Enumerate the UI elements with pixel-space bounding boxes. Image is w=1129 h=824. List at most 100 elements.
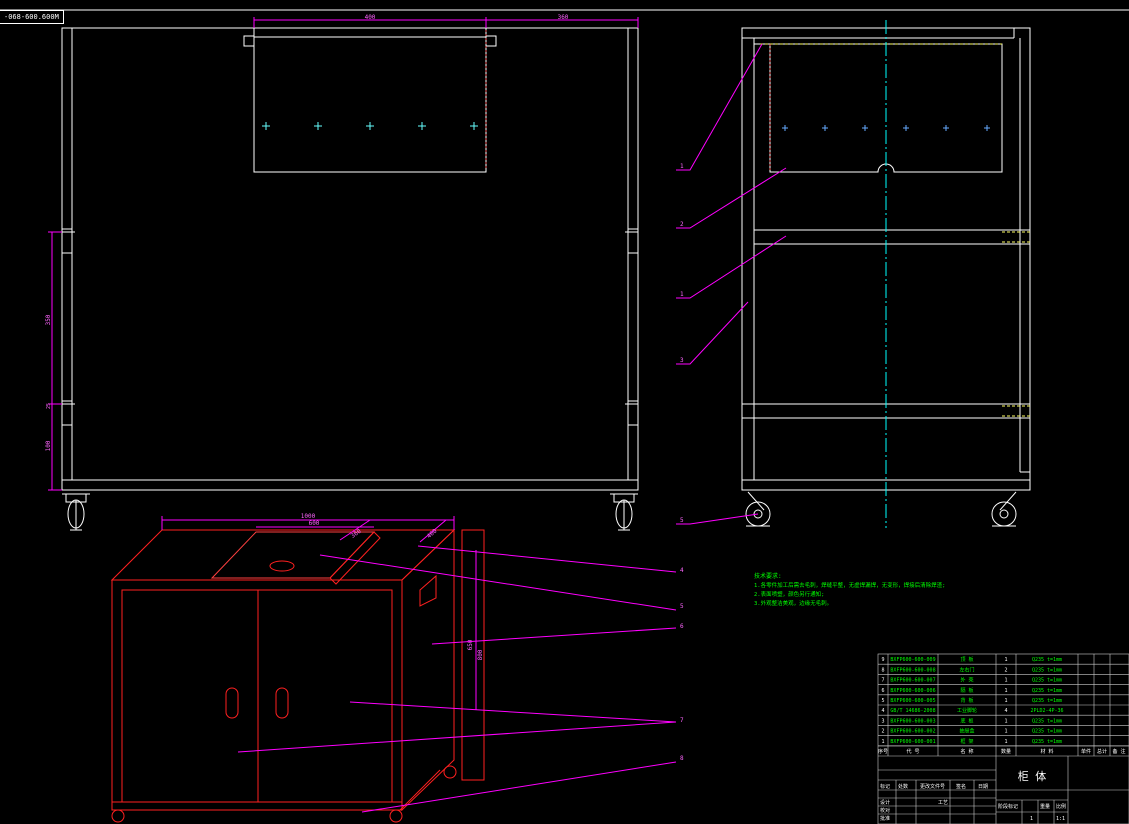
bom-cell-no: 5 bbox=[881, 698, 884, 704]
iso-leaders bbox=[237, 545, 677, 813]
drawing-title: 柜 体 bbox=[1018, 769, 1047, 783]
bom-cell-no: 2 bbox=[881, 729, 884, 735]
bom-header: 序号 代 号 名 称 数量 材 料 单件 总计 备 注 bbox=[878, 748, 1126, 755]
bom-cell-code: BXFP600-600-001 bbox=[890, 739, 935, 745]
bom-cell-material: Q235 t=1mm bbox=[1032, 667, 1062, 673]
notes-line-1: 1.各零件加工后需去毛刺，焊缝平整，无虚焊漏焊，无变形，焊接后清除焊渣; bbox=[754, 581, 945, 589]
dim-top-right: 360 bbox=[558, 14, 569, 21]
callout-side-5: 5 bbox=[680, 517, 684, 524]
iso-dim-angle-b: 400 bbox=[426, 527, 439, 540]
cad-drawing: 400 360 350 25 100 1 2 1 3 5 1000 600 36… bbox=[0, 9, 1129, 824]
callout-side-3: 1 bbox=[680, 291, 684, 298]
iso-dimensions bbox=[161, 516, 477, 710]
bom-cell-qty: 4 bbox=[1004, 708, 1007, 714]
side-caster-left bbox=[742, 489, 780, 527]
drawer-box bbox=[253, 27, 487, 173]
dim-low-height: 25 bbox=[46, 403, 52, 409]
bom-header-unit: 单件 bbox=[1081, 748, 1091, 755]
callout-iso-4: 4 bbox=[680, 567, 684, 574]
callout-iso-7: 7 bbox=[680, 717, 684, 724]
bom-cell-name: 外 壳 bbox=[960, 677, 973, 684]
bom-cell-no: 3 bbox=[881, 718, 884, 724]
tb-sign: 签名 bbox=[956, 783, 966, 790]
bom-cell-code: BXFP600-600-002 bbox=[890, 729, 935, 735]
bom-cell-qty: 2 bbox=[1004, 667, 1007, 673]
callout-iso-5: 5 bbox=[680, 603, 684, 610]
bom-cell-qty: 1 bbox=[1004, 729, 1007, 735]
bom-cell-qty: 1 bbox=[1004, 678, 1007, 684]
notes-line-3: 3.外观整洁美观，边缘无毛刺。 bbox=[754, 599, 832, 607]
iso-dim-height-b: 800 bbox=[477, 649, 484, 660]
callout-side-2: 2 bbox=[680, 221, 684, 228]
callout-iso-8: 8 bbox=[680, 755, 684, 762]
bom-cell-material: 2PLD2-4P-36 bbox=[1030, 708, 1063, 714]
bom-cell-code: BXFP600-600-005 bbox=[890, 698, 935, 704]
bom-cell-material: Q235 t=1mm bbox=[1032, 739, 1062, 745]
bom-cell-code: BXFP600-600-007 bbox=[890, 678, 935, 684]
bom-header-remark: 备 注 bbox=[1112, 748, 1125, 755]
bom-cell-qty: 1 bbox=[1004, 718, 1007, 724]
iso-dim-angle-a: 360 bbox=[350, 528, 363, 540]
bom-cell-name: 背 板 bbox=[960, 697, 973, 704]
bom-cell-no: 4 bbox=[881, 708, 884, 714]
bom-cell-code: BXFP600-600-003 bbox=[890, 718, 935, 724]
bom-cell-name: 顶 板 bbox=[960, 656, 973, 663]
tb-doc: 更改文件号 bbox=[920, 783, 945, 790]
bom-cell-name: 工业脚轮 bbox=[957, 707, 977, 714]
bom-cell-name: 底 板 bbox=[960, 717, 973, 724]
callout-side-1: 1 bbox=[680, 163, 684, 170]
bom-header-qty: 数量 bbox=[1001, 748, 1011, 755]
bom-cell-name: 隔 板 bbox=[960, 687, 973, 694]
bom-cell-material: Q235 t=1mm bbox=[1032, 688, 1062, 694]
bom-cell-code: BXFP600-600-008 bbox=[890, 667, 935, 673]
bom-cell-name: 左右门 bbox=[959, 666, 974, 673]
dim-top-width: 400 bbox=[365, 14, 376, 21]
bom-header-code: 代 号 bbox=[906, 748, 919, 755]
tb-scale: 比例 bbox=[1056, 803, 1066, 810]
drawer-holes bbox=[262, 122, 478, 130]
bom-cell-material: Q235 t=1mm bbox=[1032, 657, 1062, 663]
bom-cell-no: 7 bbox=[881, 678, 884, 684]
front-dimensions bbox=[48, 17, 639, 491]
bom-cell-material: Q235 t=1mm bbox=[1032, 729, 1062, 735]
caster-left bbox=[62, 493, 90, 531]
tb-count: 处数 bbox=[898, 783, 908, 790]
tb-design: 设计 bbox=[880, 799, 890, 806]
bom-cell-qty: 1 bbox=[1004, 688, 1007, 694]
bom-cell-no: 9 bbox=[881, 657, 884, 663]
notes-title: 技术要求: bbox=[754, 572, 782, 580]
tb-mark: 标记 bbox=[880, 783, 890, 790]
bom-cell-material: Q235 t=1mm bbox=[1032, 678, 1062, 684]
bom-cell-no: 8 bbox=[881, 667, 884, 673]
bom-header-material: 材 料 bbox=[1040, 748, 1053, 755]
tb-sheet-num: 1 bbox=[1030, 816, 1033, 822]
tb-scale-val: 1:1 bbox=[1056, 816, 1065, 822]
bom-cell-material: Q235 t=1mm bbox=[1032, 718, 1062, 724]
notes-line-2: 2.表面喷塑，颜色另行通知; bbox=[754, 590, 824, 598]
iso-view bbox=[110, 528, 485, 823]
bom-cell-code: BXFP600-600-009 bbox=[890, 657, 935, 663]
dim-mid-height: 350 bbox=[45, 314, 52, 325]
bom-header-total: 总计 bbox=[1097, 748, 1107, 755]
bom-cell-qty: 1 bbox=[1004, 739, 1007, 745]
bom-header-name: 名 称 bbox=[960, 748, 973, 755]
tb-date: 日期 bbox=[978, 784, 988, 790]
bom-cell-no: 6 bbox=[881, 688, 884, 694]
dim-bottom-height: 100 bbox=[45, 440, 52, 451]
bom-cell-material: Q235 t=1mm bbox=[1032, 698, 1062, 704]
cabinet-outline bbox=[61, 27, 639, 491]
bom-cell-name: 框 架 bbox=[960, 738, 973, 745]
side-caster-right bbox=[990, 489, 1028, 527]
tb-process: 工艺 bbox=[938, 800, 948, 806]
tb-weight: 重量 bbox=[1040, 803, 1050, 810]
tb-check: 校对 bbox=[880, 807, 890, 814]
bom-header-no: 序号 bbox=[878, 748, 888, 755]
iso-dim-top-outer: 1000 bbox=[301, 513, 316, 520]
bom-cell-qty: 1 bbox=[1004, 698, 1007, 704]
bom-rows: 9 BXFP600-600-009 顶 板 1 Q235 t=1mm 8 BXFP600-6… bbox=[878, 656, 1129, 747]
bom-cell-code: GB/T 14686-2008 bbox=[890, 708, 935, 714]
tb-stage: 阶段标记 bbox=[998, 803, 1018, 810]
bom-cell-code: BXFP600-600-006 bbox=[890, 688, 935, 694]
caster-right bbox=[610, 493, 638, 531]
front-view bbox=[61, 27, 639, 531]
